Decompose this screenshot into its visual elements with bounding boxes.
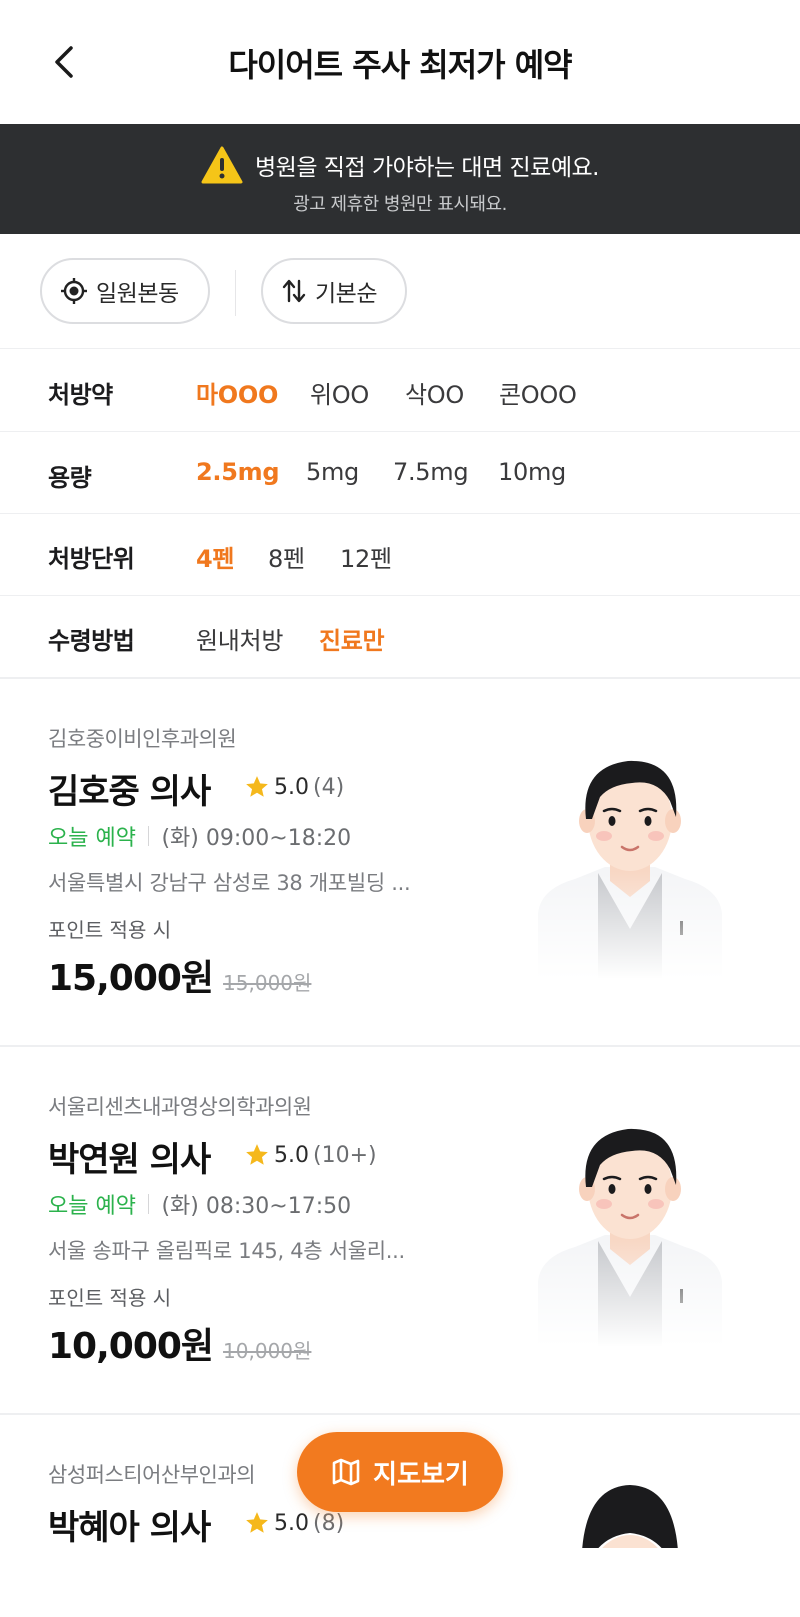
medicine-option-row: 처방약 마OOO 위OO 삭OO 콘OOO <box>0 348 800 431</box>
doctor-avatar <box>530 1107 730 1347</box>
rating-score: 5.0 <box>274 1510 309 1536</box>
unit-label: 처방단위 <box>48 545 135 573</box>
receive-option-row: 수령방법 원내처방 진료만 <box>0 595 800 677</box>
price-row: 15,000원 15,000원 <box>48 949 311 1001</box>
availability-status: 오늘 예약 <box>48 1194 136 1219</box>
star-icon <box>246 1144 268 1165</box>
review-count: (4) <box>313 774 345 800</box>
unit-option[interactable]: 12펜 <box>340 539 392 574</box>
receive-option[interactable]: 진료만 <box>319 621 385 656</box>
unit-option-row: 처방단위 4펜 8펜 12펜 <box>0 513 800 595</box>
medicine-label: 처방약 <box>48 381 113 409</box>
availability: 오늘 예약 (화) 08:30~17:50 <box>48 1188 351 1220</box>
original-price: 10,000원 <box>223 1339 312 1363</box>
availability: 오늘 예약 (화) 09:00~18:20 <box>48 820 351 852</box>
availability-status: 오늘 예약 <box>48 826 136 851</box>
divider <box>147 1194 150 1214</box>
sort-arrows-icon <box>282 279 306 303</box>
medicine-option[interactable]: 삭OO <box>405 375 464 410</box>
receive-label: 수령방법 <box>48 627 135 655</box>
clinic-name: 서울리센츠내과영상의학과의원 <box>48 1095 312 1119</box>
clinic-name: 김호중이비인후과의원 <box>48 727 237 751</box>
location-filter-button[interactable]: 일원본동 <box>40 258 210 324</box>
dose-option[interactable]: 7.5mg <box>393 458 469 486</box>
doctor-card[interactable]: 김호중이비인후과의원 김호중 의사 5.0 (4) 오늘 예약 (화) 09:0… <box>0 677 800 1045</box>
opening-hours: (화) 08:30~17:50 <box>161 1194 352 1219</box>
notice-banner: 병원을 직접 가야하는 대면 진료예요. 광고 제휴한 병원만 표시돼요. <box>0 124 800 234</box>
notice-subtext: 광고 제휴한 병원만 표시돼요. <box>293 194 507 215</box>
map-view-button[interactable]: 지도보기 <box>297 1432 503 1512</box>
warning-icon <box>201 146 243 184</box>
divider <box>235 270 236 316</box>
doctor-avatar <box>582 1485 678 1548</box>
receive-option[interactable]: 원내처방 <box>196 621 283 656</box>
discounted-price: 10,000원 <box>48 1326 214 1367</box>
unit-option[interactable]: 4펜 <box>196 539 234 574</box>
clinic-name: 삼성퍼스티어산부인과의 <box>48 1463 256 1487</box>
original-price: 15,000원 <box>223 971 312 995</box>
opening-hours: (화) 09:00~18:20 <box>161 826 352 851</box>
discounted-price: 15,000원 <box>48 958 214 999</box>
divider <box>147 826 150 846</box>
dose-label: 용량 <box>48 464 92 492</box>
notice-text: 병원을 직접 가야하는 대면 진료예요. <box>255 155 599 181</box>
map-button-label: 지도보기 <box>373 1459 469 1490</box>
doctor-card[interactable]: 서울리센츠내과영상의학과의원 박연원 의사 5.0 (10+) 오늘 예약 (화… <box>0 1045 800 1413</box>
doctor-name: 김호중 의사 <box>48 772 211 812</box>
doctor-avatar <box>530 739 730 979</box>
location-target-icon <box>61 278 87 304</box>
dose-option-row: 용량 2.5mg 5mg 7.5mg 10mg <box>0 431 800 513</box>
dose-option[interactable]: 2.5mg <box>196 458 280 486</box>
review-count: (8) <box>313 1510 345 1536</box>
rating: 5.0 (8) <box>244 1510 344 1536</box>
rating: 5.0 (4) <box>244 774 344 800</box>
rating-score: 5.0 <box>274 1142 309 1168</box>
price-row: 10,000원 10,000원 <box>48 1317 311 1369</box>
point-label: 포인트 적용 시 <box>48 1286 172 1310</box>
rating-score: 5.0 <box>274 774 309 800</box>
filter-bar: 일원본동 기본순 <box>0 234 800 349</box>
bottom-safe-area <box>0 1548 800 1617</box>
star-icon <box>246 1512 268 1533</box>
star-icon <box>246 776 268 797</box>
location-label: 일원본동 <box>96 281 179 307</box>
review-count: (10+) <box>313 1142 377 1168</box>
doctor-name: 박연원 의사 <box>48 1140 211 1180</box>
dose-option[interactable]: 10mg <box>498 458 566 486</box>
clinic-address: 서울특별시 강남구 삼성로 38 개포빌딩 ... <box>48 871 411 895</box>
map-icon <box>332 1458 360 1486</box>
medicine-option[interactable]: 마OOO <box>196 375 278 410</box>
page-title: 다이어트 주사 최저가 예약 <box>228 46 572 84</box>
clinic-address: 서울 송파구 올림픽로 145, 4층 서울리... <box>48 1239 405 1263</box>
point-label: 포인트 적용 시 <box>48 918 172 942</box>
medicine-option[interactable]: 위OO <box>310 375 369 410</box>
dose-option[interactable]: 5mg <box>306 458 359 486</box>
medicine-option[interactable]: 콘OOO <box>499 375 577 410</box>
doctor-name: 박혜아 의사 <box>48 1508 211 1548</box>
app-header: 다이어트 주사 최저가 예약 <box>0 0 800 124</box>
sort-label: 기본순 <box>315 281 377 307</box>
unit-option[interactable]: 8펜 <box>268 539 305 574</box>
rating: 5.0 (10+) <box>244 1142 377 1168</box>
sort-button[interactable]: 기본순 <box>261 258 407 324</box>
